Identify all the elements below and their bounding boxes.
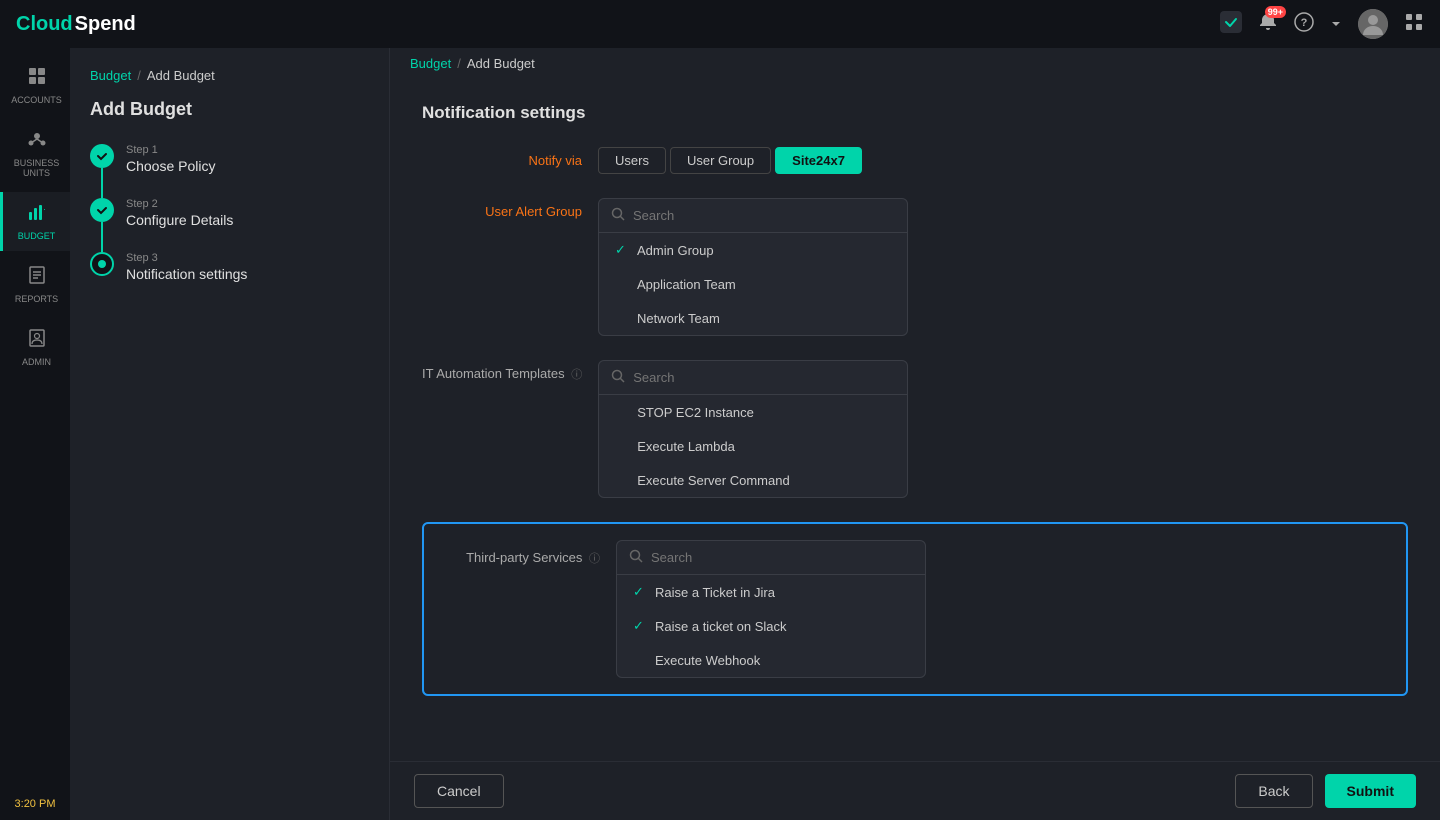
notification-badge: 99+	[1265, 6, 1286, 18]
content-area: Budget / Add Budget Add Budget Step 1	[70, 48, 1440, 820]
user-alert-group-row: User Alert Group ✓ Admin Group	[422, 198, 1408, 336]
section-title: Notification settings	[422, 103, 1408, 123]
sidebar-label-reports: REPORTS	[15, 294, 58, 304]
panel-title: Add Budget	[90, 99, 369, 120]
step-2: Step 2 Configure Details	[90, 198, 369, 252]
sidebar-label-admin: ADMIN	[22, 357, 51, 367]
breadcrumb-add-budget: Add Budget	[147, 68, 215, 83]
it-automation-search-input[interactable]	[633, 370, 895, 385]
third-party-item-jira[interactable]: ✓ Raise a Ticket in Jira	[617, 575, 925, 609]
right-panel: Notification settings Notify via Users U…	[390, 79, 1440, 761]
step1-label: Step 1	[126, 144, 216, 156]
footer: Cancel Back Submit	[390, 761, 1440, 820]
sidebar-item-business-units[interactable]: BUSINESS UNITS	[0, 119, 70, 188]
step2-name: Configure Details	[126, 212, 233, 228]
search-icon-it	[611, 369, 625, 386]
third-party-item-webhook[interactable]: ✓ Execute Webhook	[617, 643, 925, 677]
sidebar-item-accounts[interactable]: ACCOUNTS	[0, 56, 70, 115]
tab-users[interactable]: Users	[598, 147, 666, 174]
back-button[interactable]: Back	[1235, 774, 1312, 808]
reports-icon	[27, 265, 47, 290]
search-icon-third-party	[629, 549, 643, 566]
chevron-down-icon[interactable]	[1330, 14, 1342, 35]
it-automation-item-server[interactable]: ✓ Execute Server Command	[599, 463, 907, 497]
logo: CloudSpend	[16, 13, 136, 36]
step1-circle	[90, 144, 114, 168]
user-alert-group-search-input[interactable]	[633, 208, 895, 223]
it-automation-dropdown: ✓ STOP EC2 Instance ✓ Execute Lambda ✓ E…	[598, 360, 908, 498]
third-party-info-icon: ⓘ	[589, 553, 600, 565]
it-automation-info-icon: ⓘ	[571, 369, 582, 381]
check-icon-admin: ✓	[615, 242, 629, 258]
breadcrumb-separator: /	[137, 68, 141, 83]
user-alert-item-network[interactable]: ✓ Network Team	[599, 301, 907, 335]
breadcrumb-budget[interactable]: Budget	[90, 68, 131, 83]
main-layout: ACCOUNTS BUSINESS UNITS BUDGET REPORTS A…	[0, 48, 1440, 820]
it-automation-item-lambda[interactable]: ✓ Execute Lambda	[599, 429, 907, 463]
third-party-services-box: Third-party Services ⓘ ✓ Raise a Tick	[422, 522, 1408, 696]
it-automation-label: IT Automation Templates ⓘ	[422, 360, 582, 382]
check-icon-jira: ✓	[633, 584, 647, 600]
logo-spend: Spend	[75, 13, 136, 36]
notification-icon[interactable]: 99+	[1258, 12, 1278, 37]
steps: Step 1 Choose Policy Step 2 Configure D	[90, 144, 369, 306]
left-panel: Budget / Add Budget Add Budget Step 1	[70, 48, 390, 820]
sidebar-label-accounts: ACCOUNTS	[11, 95, 62, 105]
user-alert-group-label: User Alert Group	[422, 198, 582, 219]
sidebar: ACCOUNTS BUSINESS UNITS BUDGET REPORTS A…	[0, 48, 70, 820]
breadcrumb-link[interactable]: Budget	[410, 56, 451, 71]
user-alert-group-search-row	[599, 199, 907, 233]
notify-tabs: Users User Group Site24x7	[598, 147, 862, 174]
user-alert-group-dropdown: ✓ Admin Group ✓ Application Team ✓ Netwo…	[598, 198, 908, 336]
step-3: Step 3 Notification settings	[90, 252, 369, 306]
search-icon	[611, 207, 625, 224]
third-party-item-slack[interactable]: ✓ Raise a ticket on Slack	[617, 609, 925, 643]
help-icon[interactable]: ?	[1294, 12, 1314, 37]
step2-circle	[90, 198, 114, 222]
sidebar-label-budget: BUDGET	[18, 231, 56, 241]
sidebar-label-business-units: BUSINESS UNITS	[7, 158, 66, 178]
breadcrumb-bar: Budget / Add Budget	[390, 48, 1440, 79]
logo-cloud: Cloud	[16, 13, 73, 36]
sidebar-item-admin[interactable]: ADMIN	[0, 318, 70, 377]
checkmark-icon[interactable]	[1220, 11, 1242, 38]
svg-text:?: ?	[1301, 17, 1308, 29]
it-automation-row: IT Automation Templates ⓘ ✓ STOP EC2	[422, 360, 1408, 498]
breadcrumb: Budget / Add Budget	[90, 68, 369, 99]
avatar[interactable]	[1358, 9, 1388, 39]
step-1: Step 1 Choose Policy	[90, 144, 369, 198]
time-display: 3:20 PM	[15, 788, 56, 820]
step3-label: Step 3	[126, 252, 247, 264]
accounts-icon	[27, 66, 47, 91]
admin-icon	[27, 328, 47, 353]
third-party-search-input[interactable]	[651, 550, 913, 565]
step3-name: Notification settings	[126, 266, 247, 282]
sidebar-item-reports[interactable]: REPORTS	[0, 255, 70, 314]
step3-circle	[90, 252, 114, 276]
user-alert-item-admin[interactable]: ✓ Admin Group	[599, 233, 907, 267]
notify-via-label: Notify via	[422, 147, 582, 168]
budget-icon	[27, 202, 47, 227]
it-automation-item-stop[interactable]: ✓ STOP EC2 Instance	[599, 395, 907, 429]
cancel-button[interactable]: Cancel	[414, 774, 504, 808]
submit-button[interactable]: Submit	[1325, 774, 1416, 808]
it-automation-search-row	[599, 361, 907, 395]
third-party-label: Third-party Services ⓘ	[440, 540, 600, 566]
tab-user-group[interactable]: User Group	[670, 147, 771, 174]
third-party-search-row	[617, 541, 925, 575]
step2-label: Step 2	[126, 198, 233, 210]
footer-right: Back Submit	[1235, 774, 1416, 808]
tab-site24x7[interactable]: Site24x7	[775, 147, 862, 174]
user-alert-item-application[interactable]: ✓ Application Team	[599, 267, 907, 301]
step1-name: Choose Policy	[126, 158, 216, 174]
notify-via-row: Notify via Users User Group Site24x7	[422, 147, 1408, 174]
topnav: CloudSpend 99+ ?	[0, 0, 1440, 48]
business-units-icon	[27, 129, 47, 154]
third-party-dropdown: ✓ Raise a Ticket in Jira ✓ Raise a ticke…	[616, 540, 926, 678]
check-icon-slack: ✓	[633, 618, 647, 634]
sidebar-item-budget[interactable]: BUDGET	[0, 192, 70, 251]
grid-icon[interactable]	[1404, 12, 1424, 37]
topnav-right: 99+ ?	[1220, 9, 1424, 39]
